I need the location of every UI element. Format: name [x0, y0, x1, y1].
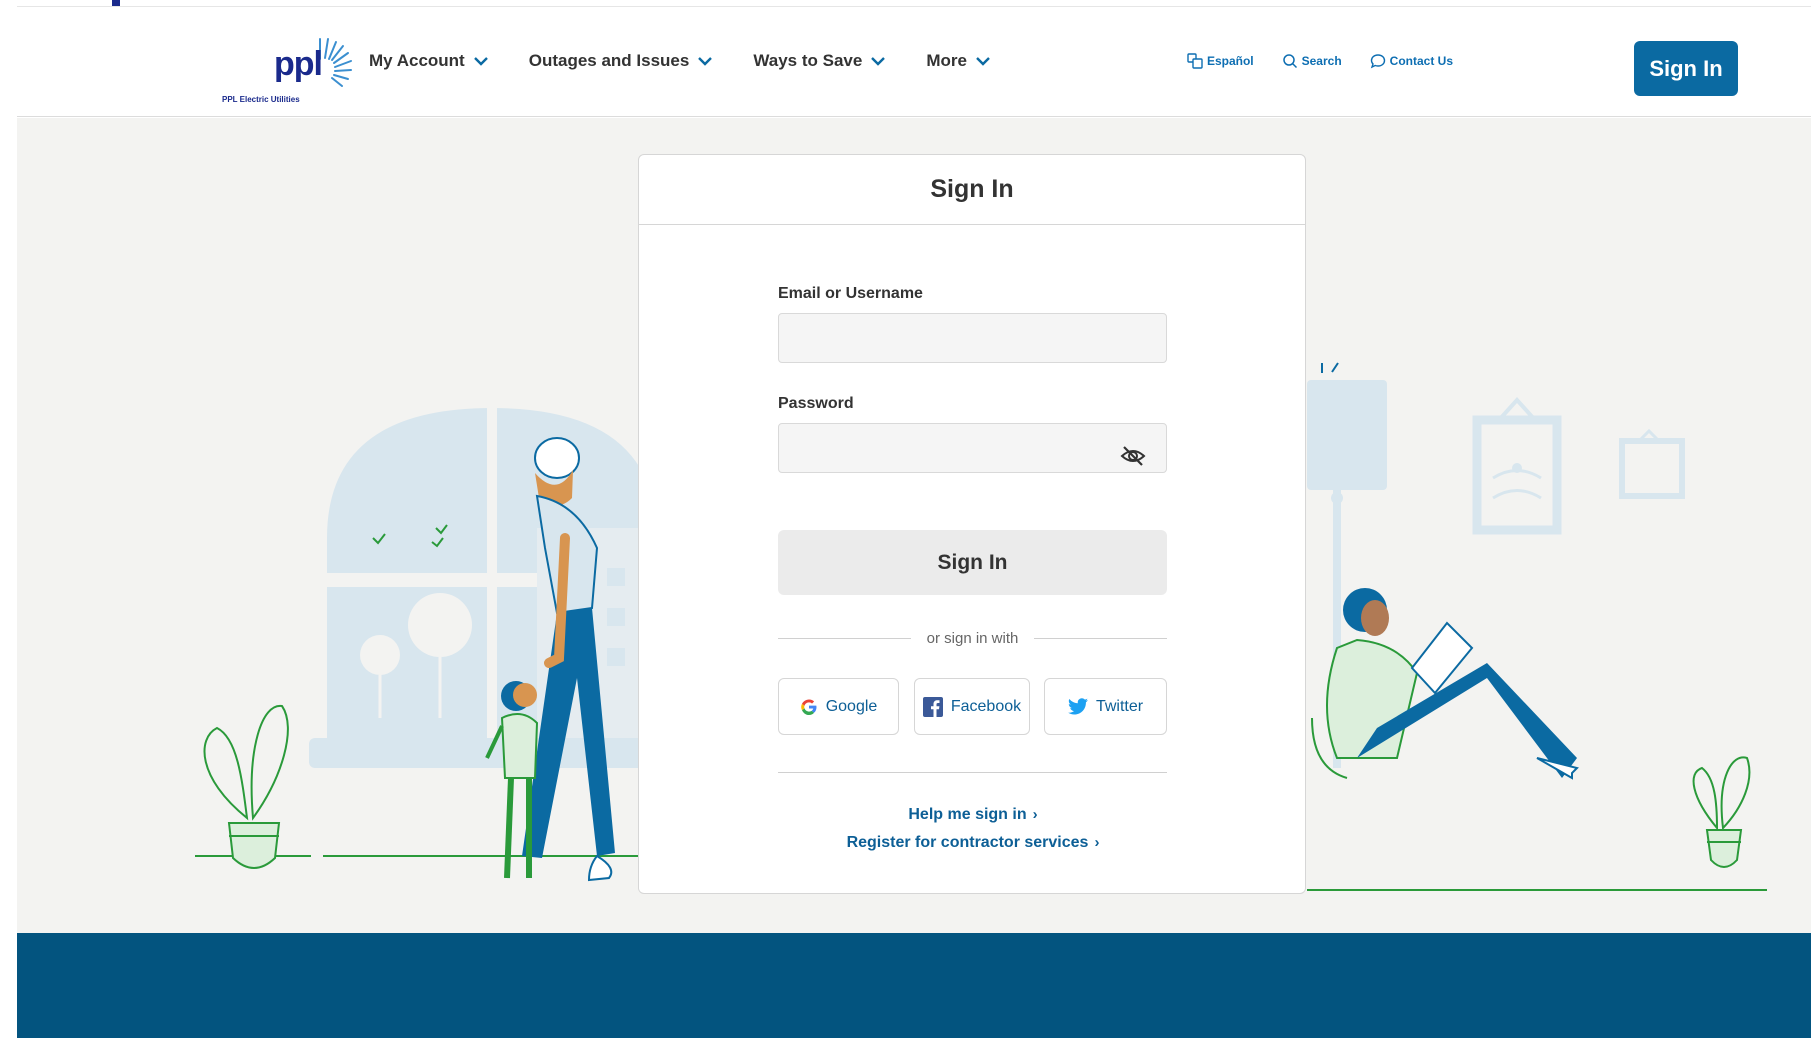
- google-label: Google: [825, 697, 878, 715]
- utility-nav: Español Search Contact Us: [1159, 53, 1453, 69]
- chat-bubble-icon: [1370, 54, 1385, 69]
- chevron-down-icon: [698, 57, 713, 66]
- divider-text: or sign in with: [926, 629, 1019, 647]
- twitter-label: Twitter: [1095, 697, 1144, 715]
- site-footer: [17, 933, 1811, 1038]
- chevron-right-icon: ›: [1094, 834, 1100, 851]
- google-sign-in-button[interactable]: Google: [778, 678, 899, 735]
- translate-icon: [1187, 53, 1203, 69]
- search-label: Search: [1301, 54, 1342, 68]
- search-link[interactable]: Search: [1282, 53, 1342, 69]
- nav-item-label: My Account: [369, 51, 465, 70]
- facebook-icon: [922, 696, 943, 717]
- password-label: Password: [778, 395, 854, 412]
- hide-password-icon[interactable]: [1119, 442, 1147, 470]
- site-header: ppl PPL Electric Utilities My Account Ou…: [17, 7, 1811, 117]
- header-sign-in-button[interactable]: Sign In: [1634, 41, 1738, 96]
- contact-us-label: Contact Us: [1389, 54, 1453, 68]
- search-icon: [1282, 54, 1297, 69]
- email-label: Email or Username: [778, 285, 923, 302]
- nav-more[interactable]: More: [926, 51, 991, 71]
- google-icon: [800, 699, 817, 715]
- main-nav: My Account Outages and Issues Ways to Sa…: [369, 51, 1031, 71]
- sign-in-submit-button[interactable]: Sign In: [778, 530, 1167, 595]
- sign-in-title: Sign In: [639, 155, 1305, 225]
- chevron-down-icon: [473, 57, 488, 66]
- twitter-icon: [1067, 698, 1088, 715]
- nav-item-label: More: [926, 51, 967, 70]
- chevron-right-icon: ›: [1032, 806, 1038, 823]
- nav-item-label: Outages and Issues: [528, 51, 690, 70]
- ppl-logo[interactable]: ppl PPL Electric Utilities: [204, 19, 354, 109]
- page: ppl PPL Electric Utilities My Account Ou…: [0, 0, 1811, 1038]
- espanol-label: Español: [1206, 54, 1254, 68]
- logo-subtitle: PPL Electric Utilities: [222, 95, 300, 104]
- social-divider: or sign in with: [778, 628, 1167, 648]
- facebook-sign-in-button[interactable]: Facebook: [914, 678, 1030, 735]
- contact-us-link[interactable]: Contact Us: [1370, 53, 1453, 69]
- card-separator: [778, 772, 1167, 773]
- logo-wordmark: ppl: [274, 45, 323, 83]
- nav-my-account[interactable]: My Account: [369, 51, 489, 71]
- nav-item-label: Ways to Save: [753, 51, 863, 70]
- espanol-link[interactable]: Español: [1187, 53, 1254, 69]
- facebook-label: Facebook: [950, 697, 1022, 715]
- help-sign-in-label: Help me sign in: [908, 806, 1027, 823]
- sign-in-card: Sign In Email or Username Password Sign …: [638, 154, 1306, 894]
- twitter-sign-in-button[interactable]: Twitter: [1044, 678, 1167, 735]
- password-field[interactable]: [778, 423, 1167, 473]
- divider-line: [778, 637, 911, 639]
- register-contractor-link[interactable]: Register for contractor services ›: [639, 834, 1307, 852]
- nav-outages-and-issues[interactable]: Outages and Issues: [529, 51, 714, 71]
- email-field[interactable]: [778, 313, 1167, 363]
- nav-ways-to-save[interactable]: Ways to Save: [753, 51, 886, 71]
- register-contractor-label: Register for contractor services: [846, 834, 1089, 851]
- help-sign-in-link[interactable]: Help me sign in ›: [639, 806, 1307, 824]
- chevron-down-icon: [976, 57, 990, 66]
- chevron-down-icon: [871, 57, 886, 66]
- divider-line: [1034, 637, 1167, 639]
